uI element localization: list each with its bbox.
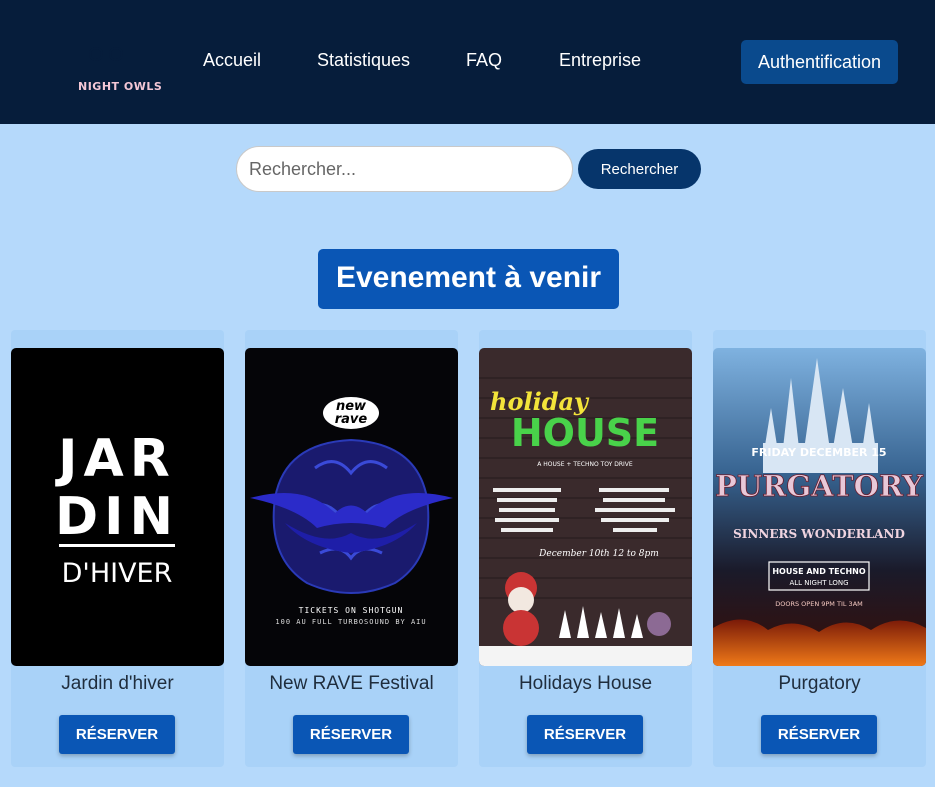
reserve-button[interactable]: RÉSERVER bbox=[59, 715, 175, 754]
poster-text: JAR bbox=[55, 429, 176, 489]
poster-text: ALL NIGHT LONG bbox=[789, 579, 848, 587]
poster-text: DIN bbox=[55, 487, 179, 547]
sound-wave-owl-icon bbox=[48, 33, 168, 77]
event-title: Holidays House bbox=[518, 673, 653, 694]
poster-text: DOORS OPEN 9PM TIL 3AM bbox=[775, 600, 863, 608]
poster-text: 100 AU FULL TURBOSOUND BY AIU bbox=[275, 618, 426, 626]
poster-text: PURGATORY bbox=[715, 469, 923, 503]
poster-text: TICKETS ON SHOTGUN bbox=[299, 606, 404, 615]
event-title: New RAVE Festival bbox=[269, 673, 434, 694]
poster-text: D'HIVER bbox=[62, 558, 173, 589]
poster-text: HOUSE bbox=[511, 411, 659, 455]
event-poster[interactable]: new rave TICKETS ON SHOTGUN 100 AU FULL … bbox=[245, 348, 458, 666]
poster-text: rave bbox=[335, 412, 368, 427]
nav-link-statistiques[interactable]: Statistiques bbox=[317, 50, 410, 71]
event-poster[interactable]: FRIDAY DECEMBER 15 PURGATORY SINNERS WON… bbox=[713, 348, 926, 666]
poster-text: A HOUSE + TECHNO TOY DRIVE bbox=[537, 461, 633, 468]
event-poster[interactable]: holiday HOUSE A HOUSE + TECHNO TOY DRIVE… bbox=[479, 348, 692, 666]
event-card-new-rave-festival: new rave TICKETS ON SHOTGUN 100 AU FULL … bbox=[245, 330, 458, 767]
reserve-button[interactable]: RÉSERVER bbox=[527, 715, 643, 754]
poster-text: HOUSE AND TECHNO bbox=[772, 567, 866, 576]
event-title: Jardin d'hiver bbox=[61, 673, 174, 694]
reserve-button[interactable]: RÉSERVER bbox=[293, 715, 409, 754]
poster-text: FRIDAY DECEMBER 15 bbox=[751, 446, 886, 459]
search-input[interactable] bbox=[236, 146, 573, 192]
event-card-jardin-dhiver: JAR DIN D'HIVER Jardin d'hiver RÉSERVER bbox=[11, 330, 224, 767]
nav-link-accueil[interactable]: Accueil bbox=[203, 50, 261, 71]
nav-link-faq[interactable]: FAQ bbox=[466, 50, 502, 71]
poster-text: December 10th 12 to 8pm bbox=[538, 549, 659, 559]
nav-link-entreprise[interactable]: Entreprise bbox=[559, 50, 641, 71]
upcoming-events-title: Evenement à venir bbox=[318, 249, 619, 309]
poster-text: SINNERS WONDERLAND bbox=[733, 527, 905, 541]
event-card-purgatory: FRIDAY DECEMBER 15 PURGATORY SINNERS WON… bbox=[713, 330, 926, 767]
logo-text: NIGHT OWLS bbox=[78, 80, 163, 93]
authentication-button[interactable]: Authentification bbox=[741, 40, 898, 84]
event-title: Purgatory bbox=[778, 673, 861, 694]
search-button[interactable]: Rechercher bbox=[578, 149, 701, 189]
reserve-button[interactable]: RÉSERVER bbox=[761, 715, 877, 754]
top-navbar: NIGHT OWLS Accueil Statistiques FAQ Entr… bbox=[0, 0, 935, 124]
event-poster[interactable]: JAR DIN D'HIVER bbox=[11, 348, 224, 666]
event-card-holidays-house: holiday HOUSE A HOUSE + TECHNO TOY DRIVE… bbox=[479, 330, 692, 767]
